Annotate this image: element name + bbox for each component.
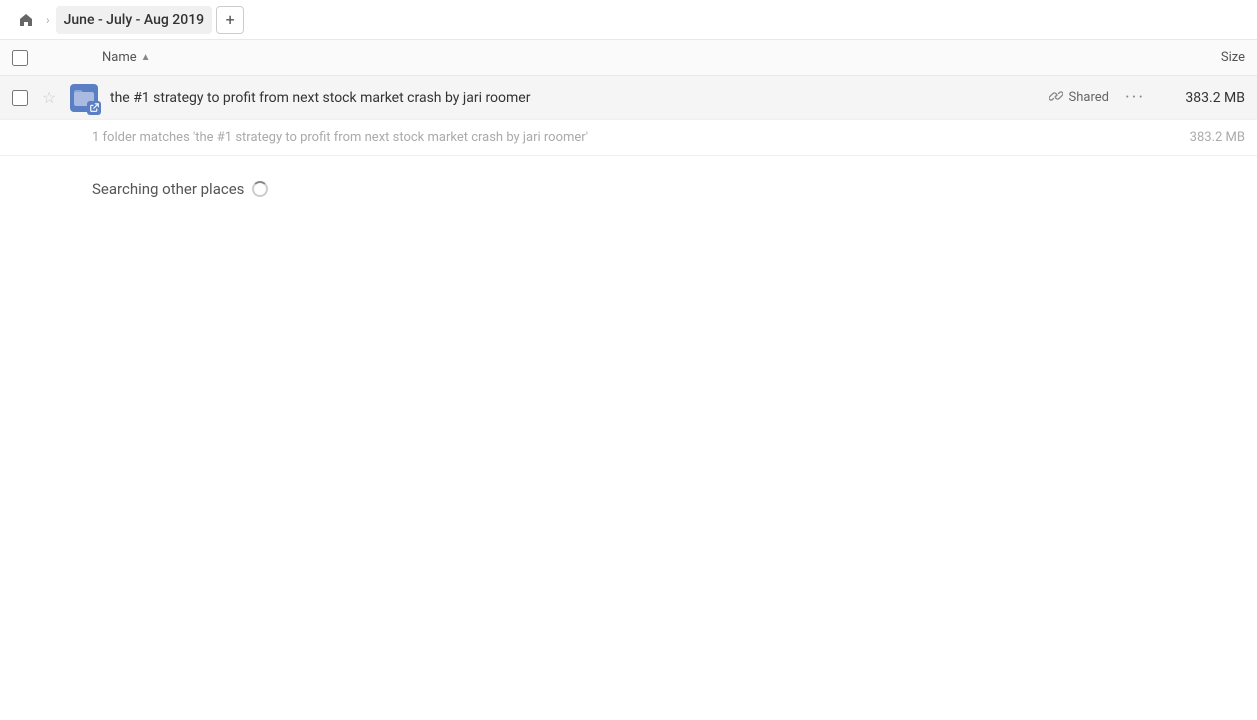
- add-button-label: +: [226, 10, 235, 29]
- star-icon: ☆: [42, 88, 56, 107]
- match-info-text: 1 folder matches 'the #1 strategy to pro…: [92, 130, 1165, 145]
- file-checkbox[interactable]: [12, 90, 28, 106]
- home-icon: [18, 12, 34, 28]
- file-checkbox-container[interactable]: [12, 90, 42, 106]
- breadcrumb-item-label: June - July - Aug 2019: [64, 12, 205, 28]
- file-star-button[interactable]: ☆: [42, 88, 70, 107]
- sort-arrow-icon: ▲: [141, 52, 151, 63]
- name-column-label: Name: [102, 50, 137, 65]
- select-all-checkbox[interactable]: [12, 50, 28, 66]
- breadcrumb-separator: ›: [44, 13, 52, 27]
- file-more-button[interactable]: ···: [1121, 84, 1149, 112]
- size-column-header: Size: [1145, 50, 1245, 65]
- home-button[interactable]: [12, 6, 40, 34]
- file-size: 383.2 MB: [1165, 90, 1245, 106]
- breadcrumb-item[interactable]: June - July - Aug 2019: [56, 6, 213, 34]
- more-icon: ···: [1125, 87, 1145, 108]
- file-name: the #1 strategy to profit from next stoc…: [102, 90, 1049, 106]
- file-row[interactable]: ☆ the #1 strategy to profit from next st…: [0, 76, 1257, 120]
- file-shared-area: Shared: [1049, 89, 1109, 107]
- shared-link-icon: [1049, 89, 1063, 107]
- searching-section: Searching other places: [0, 156, 1257, 210]
- breadcrumb-add-button[interactable]: +: [216, 6, 244, 34]
- searching-spinner: [252, 181, 268, 197]
- searching-title: Searching other places: [92, 180, 244, 198]
- select-all-checkbox-container[interactable]: [12, 50, 42, 66]
- match-info-row: 1 folder matches 'the #1 strategy to pro…: [0, 120, 1257, 156]
- file-icon: [70, 84, 98, 112]
- column-headers: Name ▲ Size: [0, 40, 1257, 76]
- breadcrumb-bar: › June - July - Aug 2019 +: [0, 0, 1257, 40]
- name-column-header[interactable]: Name ▲: [102, 50, 1145, 65]
- file-icon-container: [70, 84, 102, 112]
- size-column-label: Size: [1221, 50, 1245, 65]
- link-overlay-icon: [87, 101, 101, 115]
- shared-label: Shared: [1069, 90, 1109, 105]
- match-info-size: 383.2 MB: [1165, 130, 1245, 145]
